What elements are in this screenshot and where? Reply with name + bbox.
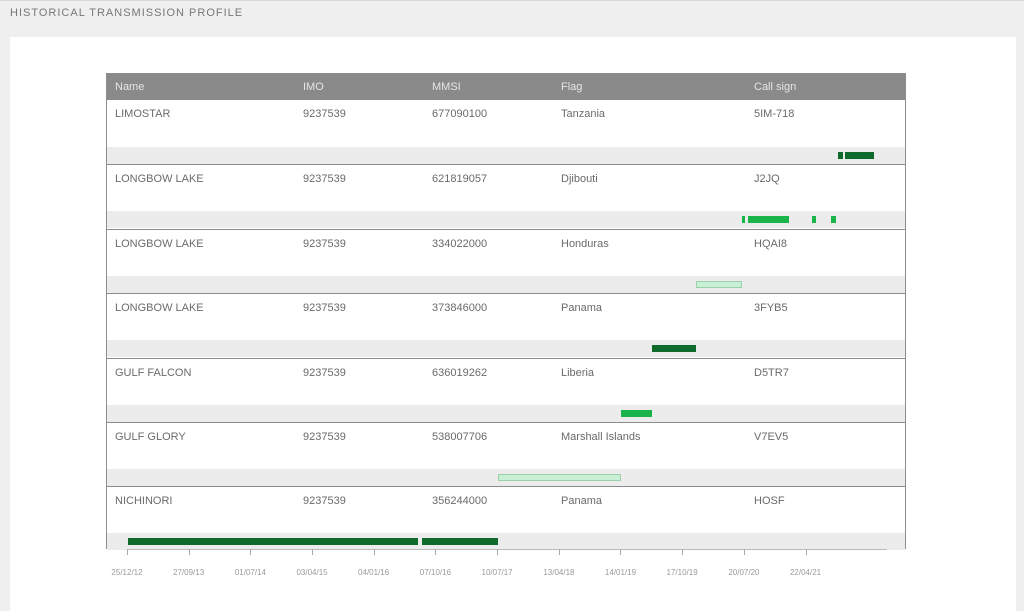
flag-country: Honduras bbox=[561, 237, 609, 250]
page-title: HISTORICAL TRANSMISSION PROFILE bbox=[10, 7, 244, 19]
axis-tick-label: 10/07/17 bbox=[481, 568, 513, 577]
transmission-period-bar[interactable] bbox=[811, 216, 817, 224]
call-sign: HQAI8 bbox=[754, 237, 788, 250]
call-sign: HOSF bbox=[754, 495, 785, 508]
transmission-period-bar[interactable] bbox=[652, 345, 697, 353]
transmission-timeline-track bbox=[107, 275, 905, 293]
flag-country: Panama bbox=[561, 302, 602, 315]
axis-tick-label: 27/09/13 bbox=[173, 568, 205, 577]
axis-tick bbox=[435, 549, 437, 555]
axis-tick bbox=[127, 549, 128, 555]
vessel-name: NICHINORI bbox=[115, 495, 173, 508]
transmission-timeline-track bbox=[107, 404, 905, 422]
axis-tick bbox=[373, 549, 375, 555]
mmsi-number: 677090100 bbox=[432, 108, 488, 120]
transmission-period-bar[interactable] bbox=[620, 409, 653, 417]
top-divider bbox=[0, 0, 1024, 1]
mmsi-number: 621819057 bbox=[432, 173, 488, 186]
imo-number: 9237539 bbox=[303, 173, 346, 186]
transmission-period-bar[interactable] bbox=[741, 216, 745, 224]
axis-tick-label: 14/01/19 bbox=[604, 568, 637, 577]
axis-tick-label: 17/10/19 bbox=[666, 568, 698, 577]
vessel-name: LONGBOW LAKE bbox=[115, 237, 204, 250]
axis-tick bbox=[312, 549, 314, 555]
axis-tick-label: 22/04/21 bbox=[789, 568, 822, 577]
column-header-call-sign[interactable]: Call sign bbox=[754, 81, 796, 93]
axis-tick-label: 25/12/12 bbox=[111, 568, 143, 577]
call-sign: 3FYB5 bbox=[754, 302, 788, 315]
transmission-period-bar[interactable] bbox=[421, 538, 499, 546]
table-header: Name IMO MMSI Flag Call sign bbox=[107, 74, 905, 100]
transmission-period-bar[interactable] bbox=[838, 152, 843, 159]
transmission-period-bar[interactable] bbox=[831, 216, 836, 224]
transmission-period-bar[interactable] bbox=[844, 152, 875, 159]
transmission-period-bar[interactable] bbox=[748, 216, 789, 224]
vessel-history-table: Name IMO MMSI Flag Call sign LIMOSTAR 923… bbox=[106, 73, 906, 551]
imo-number: 9237539 bbox=[303, 495, 346, 508]
column-header-name[interactable]: Name bbox=[115, 81, 144, 93]
mmsi-number: 356244000 bbox=[432, 495, 488, 508]
table-row[interactable]: LIMOSTAR 9237539 677090100 Tanzania 5IM-718 bbox=[107, 100, 905, 164]
axis-tick bbox=[497, 549, 499, 555]
mmsi-number: 334022000 bbox=[432, 237, 488, 250]
axis-tick-label: 07/10/16 bbox=[419, 568, 452, 577]
timeline-axis: 25/12/12 27/09/13 01/07/14 03/04/15 04/01/16… bbox=[0, 549, 1024, 589]
axis-tick bbox=[558, 549, 560, 555]
mmsi-number: 538007706 bbox=[432, 431, 488, 443]
table-row[interactable]: GULF GLORY 9237539 538007706 Marshall Islan… bbox=[107, 422, 905, 486]
flag-country: Liberia bbox=[561, 366, 595, 379]
transmission-timeline-track bbox=[107, 147, 905, 164]
mmsi-number: 636019262 bbox=[432, 366, 488, 379]
axis-tick bbox=[682, 549, 684, 555]
column-header-mmsi[interactable]: MMSI bbox=[432, 81, 461, 93]
table-row[interactable]: NICHINORI 9237539 356244000 Panama HOSF bbox=[107, 486, 905, 551]
table-row[interactable]: LONGBOW LAKE 9237539 373846000 Panama 3FYB5 bbox=[107, 293, 905, 358]
transmission-period-bar[interactable] bbox=[128, 538, 418, 546]
call-sign: D5TR7 bbox=[754, 366, 789, 379]
imo-number: 9237539 bbox=[303, 366, 346, 379]
vessel-name: LONGBOW LAKE bbox=[115, 302, 204, 315]
table-row[interactable]: LONGBOW LAKE 9237539 334022000 Honduras HQAI… bbox=[107, 228, 905, 293]
axis-tick-label: 01/07/14 bbox=[234, 568, 266, 577]
column-header-imo[interactable]: IMO bbox=[303, 81, 324, 93]
transmission-timeline-track bbox=[107, 211, 905, 229]
call-sign: J2JQ bbox=[754, 173, 780, 186]
column-header-flag[interactable]: Flag bbox=[561, 81, 582, 93]
vessel-name: GULF FALCON bbox=[115, 366, 192, 379]
transmission-period-bar[interactable] bbox=[498, 474, 621, 481]
axis-tick-label: 20/07/20 bbox=[728, 568, 760, 577]
transmission-timeline-track bbox=[107, 533, 905, 551]
axis-tick bbox=[743, 549, 745, 555]
vessel-name: LONGBOW LAKE bbox=[115, 173, 204, 186]
table-row[interactable]: GULF FALCON 9237539 636019262 Liberia D5TR7 bbox=[107, 357, 905, 422]
axis-tick-label: 03/04/15 bbox=[296, 568, 328, 577]
call-sign: 5IM-718 bbox=[754, 108, 795, 120]
axis-tick-label: 13/04/18 bbox=[543, 568, 575, 577]
flag-country: Tanzania bbox=[561, 108, 606, 120]
flag-country: Djibouti bbox=[561, 173, 598, 186]
axis-tick bbox=[805, 549, 807, 555]
call-sign: V7EV5 bbox=[754, 431, 789, 443]
vessel-name: LIMOSTAR bbox=[115, 108, 171, 120]
imo-number: 9237539 bbox=[303, 431, 346, 443]
flag-country: Marshall Islands bbox=[561, 431, 641, 443]
table-row[interactable]: LONGBOW LAKE 9237539 621819057 Djibouti J2JQ bbox=[107, 164, 905, 229]
axis-tick bbox=[188, 549, 190, 555]
axis-tick bbox=[620, 549, 622, 555]
imo-number: 9237539 bbox=[303, 237, 346, 250]
axis-tick-label: 04/01/16 bbox=[358, 568, 390, 577]
imo-number: 9237539 bbox=[303, 302, 346, 315]
axis-line bbox=[127, 549, 887, 550]
vessel-name: GULF GLORY bbox=[115, 431, 186, 443]
imo-number: 9237539 bbox=[303, 108, 346, 120]
axis-tick bbox=[250, 549, 252, 555]
mmsi-number: 373846000 bbox=[432, 302, 488, 315]
transmission-timeline-track bbox=[107, 340, 905, 358]
transmission-period-bar[interactable] bbox=[696, 280, 742, 288]
flag-country: Panama bbox=[561, 495, 602, 508]
transmission-timeline-track bbox=[107, 469, 905, 486]
